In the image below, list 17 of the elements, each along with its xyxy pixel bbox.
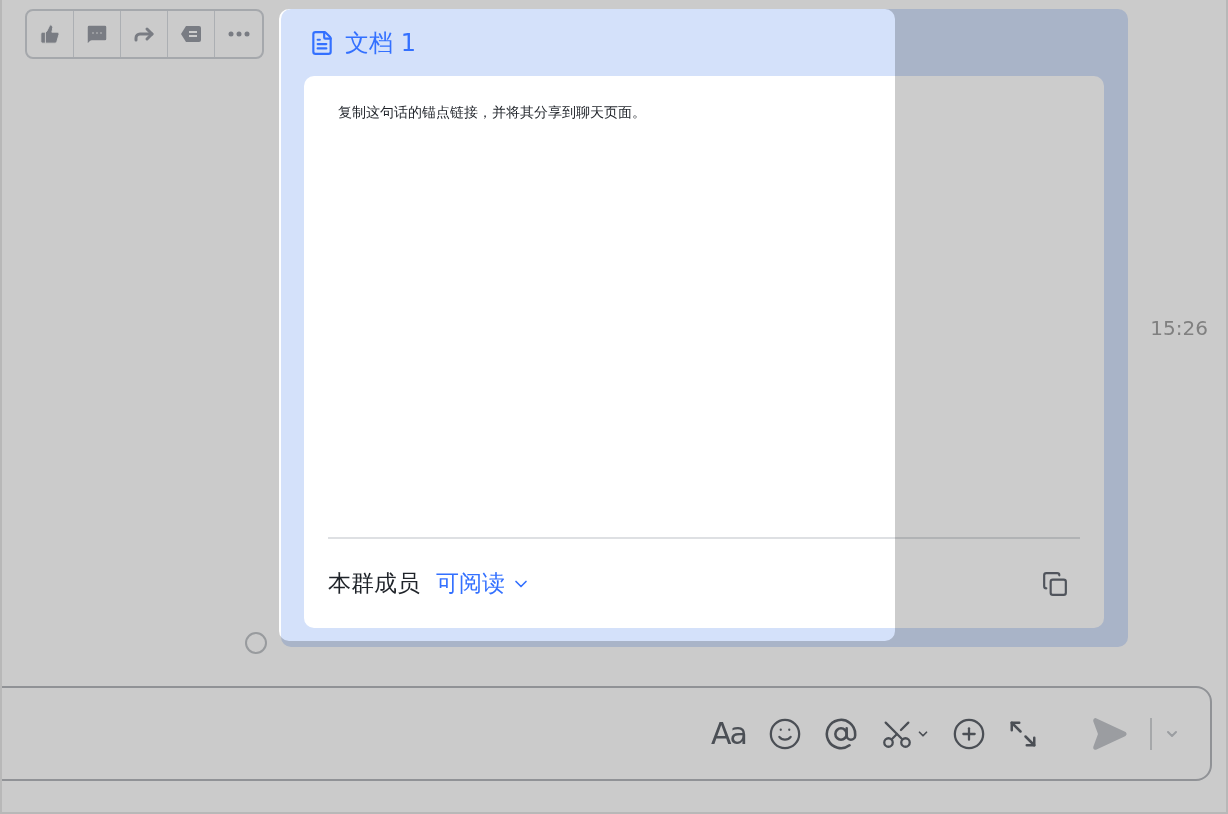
document-title[interactable]: 文档 1	[345, 26, 416, 59]
emoji-button[interactable]	[768, 716, 802, 751]
document-text: 复制这句话的锚点链接，并将其分享到聊天页面。	[338, 104, 646, 120]
expand-button[interactable]	[1008, 718, 1038, 749]
more-icon	[227, 31, 250, 37]
copy-button[interactable]	[1042, 570, 1068, 597]
add-button[interactable]	[952, 716, 986, 751]
comment-icon	[85, 22, 109, 46]
text-format-button[interactable]: Aa	[711, 716, 746, 751]
select-radio[interactable]	[245, 632, 267, 654]
thumbs-up-icon	[39, 23, 61, 45]
document-icon	[309, 29, 335, 56]
audience-label: 本群成员	[328, 569, 420, 598]
message-timestamp: 15:26	[1150, 316, 1208, 340]
permission-dropdown[interactable]: 可阅读	[436, 568, 531, 599]
mention-button[interactable]	[824, 716, 858, 751]
label-icon	[180, 24, 202, 44]
